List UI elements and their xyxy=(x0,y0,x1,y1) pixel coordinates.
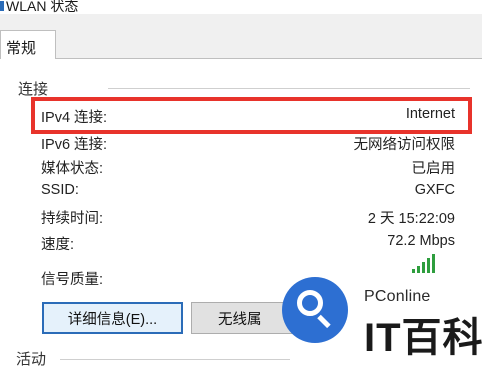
watermark-brand: PConline xyxy=(364,288,431,305)
signal-bar-2 xyxy=(417,266,420,273)
media-state-label: 媒体状态: xyxy=(41,161,104,177)
magnifier-icon xyxy=(297,290,323,316)
tab-general-label: 常规 xyxy=(6,40,37,57)
signal-quality-label: 信号质量: xyxy=(41,272,104,288)
ssid-label: SSID: xyxy=(41,182,79,198)
wifi-icon xyxy=(0,1,4,11)
title-bar: WLAN 状态 xyxy=(0,0,482,14)
ipv6-value: 无网络访问权限 xyxy=(353,137,456,153)
ipv6-label: IPv6 连接: xyxy=(41,137,108,153)
tab-strip xyxy=(0,14,482,59)
activity-group-label: 活动 xyxy=(16,351,47,368)
watermark-logo-text: IT百科 xyxy=(364,316,482,360)
ssid-value: GXFC xyxy=(414,182,455,198)
signal-bar-5 xyxy=(432,254,435,273)
signal-bar-3 xyxy=(422,262,425,273)
speed-value: 72.2 Mbps xyxy=(387,233,455,249)
connection-group-label: 连接 xyxy=(18,81,49,98)
signal-bar-4 xyxy=(427,258,430,273)
details-button[interactable]: 详细信息(E)... xyxy=(42,302,183,334)
speed-label: 速度: xyxy=(41,237,75,253)
duration-label: 持续时间: xyxy=(41,211,104,227)
signal-strength-icon xyxy=(412,254,435,273)
activity-group-divider xyxy=(60,359,290,360)
media-state-value: 已启用 xyxy=(411,161,456,177)
duration-value: 2 天 15:22:09 xyxy=(367,211,455,227)
ipv4-label: IPv4 连接: xyxy=(41,110,108,126)
ipv4-value: Internet xyxy=(405,106,455,122)
connection-group-divider xyxy=(108,88,470,89)
signal-bar-1 xyxy=(412,269,415,273)
